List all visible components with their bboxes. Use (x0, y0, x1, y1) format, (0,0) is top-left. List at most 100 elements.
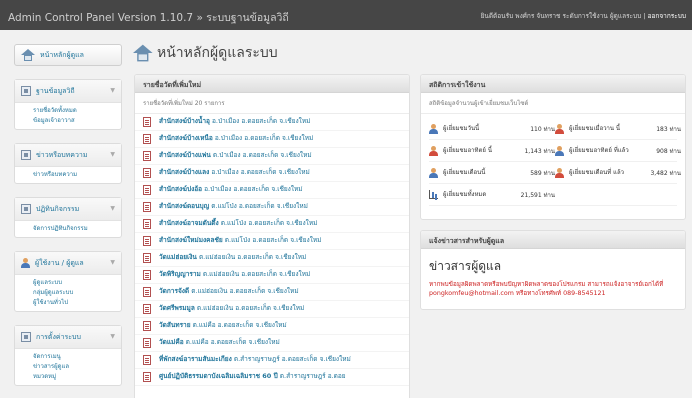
list-item[interactable]: วัดแม่ฮ่อยเงิน ต.แม่ฮ่อยเงิน อ.ดอยสะเก็ด… (135, 250, 409, 267)
chevron-down-icon[interactable]: ▼ (110, 151, 115, 158)
menu-item[interactable]: กลุ่มผู้ดูแลระบบ (33, 288, 121, 298)
list-item[interactable]: วัดศรีพรมมูล ต.แม่ฮ่อยเงิน อ.ดอยสะเก็ด จ… (135, 301, 409, 318)
temple-name[interactable]: สำนักสงฆ์ใหม่มงคลชัย (159, 236, 223, 244)
temple-location: ต.สำราญราษฎร์ อ.ดอยสะเก็ด จ.เชียงใหม่ (231, 355, 351, 363)
chevron-down-icon[interactable]: ▼ (110, 259, 115, 266)
menu-head-news[interactable]: ข่าวหรือบทความ ▼ (15, 144, 121, 167)
user-icon (429, 167, 438, 178)
stats-value: 21,591 ท่าน (520, 191, 555, 199)
stats-label: ผู้เยี่ยมชมทั้งหมด (443, 191, 487, 198)
stats-label: ผู้เยี่ยมชมอาทิตย์ ที่แล้ว (569, 147, 629, 154)
document-icon (143, 202, 151, 212)
menu-head-settings[interactable]: การตั้งค่าระบบ ▼ (15, 326, 121, 349)
temple-entry[interactable]: วัดศรีพรมมูล ต.แม่ฮ่อยเงิน อ.ดอยสะเก็ด จ… (159, 304, 304, 313)
temple-name[interactable]: สำนักสงฆ์บ้างแลง (159, 168, 209, 176)
document-icon (143, 338, 151, 348)
list-item[interactable]: สำนักสงฆ์บ้างน้ำอุ อ.ป่าเมือง อ.ดอยสะเก็… (135, 114, 409, 131)
menu-head-calendar[interactable]: ปฏิทินกิจกรรม ▼ (15, 198, 121, 221)
temple-name[interactable]: สำนักสงฆ์บ้างเหนือ (159, 134, 213, 142)
menu-item[interactable]: จัดการเมนู (33, 352, 121, 362)
stats-label: ผู้เยี่ยมชมวันนี้ (443, 125, 480, 132)
document-icon (143, 219, 151, 229)
temple-entry[interactable]: วัดพิริญญาราม ต.แม่ฮ่อยเงิน อ.ดอยสะเก็ด … (159, 270, 310, 279)
temple-entry[interactable]: ที่พักสงฆ์อารามสันมะเกียง ต.สำราญราษฎร์ … (159, 355, 351, 364)
menu-item[interactable]: ข่าวหรือบทความ (33, 170, 121, 180)
list-item[interactable]: สำนักสงฆ์อาจมตันตึ้ง ต.แม่โป่ง อ.ดอยสะเก… (135, 216, 409, 233)
list-item[interactable]: สำนักสงฆ์ดอนบุญ ต.แม่โป่ง อ.ดอยสะเก็ด จ.… (135, 199, 409, 216)
temple-entry[interactable]: สำนักสงฆ์บ้างน้ำอุ อ.ป่าเมือง อ.ดอยสะเก็… (159, 117, 310, 126)
document-icon (143, 304, 151, 314)
menu-item[interactable]: จัดการปฏิทินกิจกรรม (33, 224, 121, 234)
latest-temples-panel: รายชื่อวัดที่เพิ่มใหม่ รายชื่อวัดที่เพิ่… (134, 74, 410, 398)
chevron-down-icon[interactable]: ▼ (110, 87, 115, 94)
chart-icon (429, 190, 438, 199)
list-item[interactable]: สำนักสงฆ์บ้างแลง อ.ป่าเมือง อ.ดอยสะเก็ด … (135, 165, 409, 182)
temple-entry[interactable]: สำนักสงฆ์ปงอ้อ อ.ป่าเมือง อ.ดอยสะเก็ด จ.… (159, 185, 303, 194)
temple-entry[interactable]: สำนักสงฆ์อาจมตันตึ้ง ต.แม่โป่ง อ.ดอยสะเก… (159, 219, 317, 228)
temple-name[interactable]: สำนักสงฆ์บ้างแพ่น (159, 151, 211, 159)
temple-entry[interactable]: สำนักสงฆ์บ้างแพ่น ต.ป่าเมือง อ.ดอยสะเก็ด… (159, 151, 312, 160)
chevron-down-icon[interactable]: ▼ (110, 205, 115, 212)
temple-entry[interactable]: ศูนย์ปฏิบัติธรรมดาบังเฉลิมเฉลิมราช 60 ปี… (159, 372, 346, 381)
menu-head-users[interactable]: ผู้ใช้งาน / ผู้ดูแล ▼ (15, 252, 121, 275)
menu-item[interactable]: ข้อมูลเจ้าอาวาส (33, 116, 121, 126)
temple-location: ต.แม่ฮ่อยเงิน อ.ดอยสะเก็ด จ.เชียงใหม่ (194, 304, 305, 312)
temple-name[interactable]: วัดศรีพรมมูล (159, 304, 195, 312)
temple-entry[interactable]: วัดแม่ฮ่อยเงิน ต.แม่ฮ่อยเงิน อ.ดอยสะเก็ด… (159, 253, 306, 262)
stats-cell: ผู้เยี่ยมชมเดือนที่ แล้ว 3,482 ท่าน (555, 167, 681, 178)
temple-name[interactable]: สำนักสงฆ์บ้างน้ำอุ (159, 117, 210, 125)
menu-item[interactable]: ข่าวสารผู้ดูแล (33, 362, 121, 372)
list-item[interactable]: ศูนย์ปฏิบัติธรรมดาบังเฉลิมเฉลิมราช 60 ปี… (135, 369, 409, 386)
menu-item[interactable]: ผู้ดูแลระบบ (33, 278, 121, 288)
temple-location: ต.แม่โป่ง อ.ดอยสะเก็ด จ.เชียงใหม่ (222, 236, 322, 244)
admin-news-panel: แจ้งข่าวสารสำหรับผู้ดูแล ข่าวสารผู้ดูแล … (420, 230, 686, 310)
list-item[interactable]: วัดแม่คือ ต.แม่คือ อ.ดอยสะเก็ด จ.เชียงให… (135, 335, 409, 352)
document-icon (143, 355, 151, 365)
panel-title: แจ้งข่าวสารสำหรับผู้ดูแล (421, 231, 685, 249)
temple-name[interactable]: วัดสันทราย (159, 321, 191, 329)
temple-entry[interactable]: สำนักสงฆ์ดอนบุญ ต.แม่โป่ง อ.ดอยสะเก็ด จ.… (159, 202, 308, 211)
menu-item[interactable]: หมวดหมู่ (33, 372, 121, 382)
list-item[interactable]: วัดพิริญญาราม ต.แม่ฮ่อยเงิน อ.ดอยสะเก็ด … (135, 267, 409, 284)
list-item[interactable]: สำนักสงฆ์บ้างเหนือ อ.ป่าเมือง อ.ดอยสะเก็… (135, 131, 409, 148)
stats-cell: ผู้เยี่ยมชมทั้งหมด 21,591 ท่าน (429, 190, 571, 200)
temple-entry[interactable]: วัดแม่คือ ต.แม่คือ อ.ดอยสะเก็ด จ.เชียงให… (159, 338, 280, 347)
stats-cell: ผู้เยี่ยมชมเดือนนี้ 589 ท่าน (429, 167, 555, 178)
menu-item[interactable]: ผู้ใช้งานทั่วไป (33, 298, 121, 308)
temple-name[interactable]: สำนักสงฆ์ปงอ้อ (159, 185, 202, 193)
chevron-down-icon[interactable]: ▼ (110, 333, 115, 340)
document-icon (143, 287, 151, 297)
news-icon (21, 150, 31, 160)
temple-name[interactable]: วัดแม่ฮ่อยเงิน (159, 253, 197, 261)
temple-entry[interactable]: วัดการจังดี ต.แม่ฮ่อยเงิน อ.ดอยสะเก็ด จ.… (159, 287, 299, 296)
menu-item[interactable]: รายชื่อวัดทั้งหมด (33, 106, 121, 116)
temple-location: ต.แม่โป่ง อ.ดอยสะเก็ด จ.เชียงใหม่ (218, 219, 318, 227)
temple-entry[interactable]: วัดสันทราย ต.แม่คือ อ.ดอยสะเก็ด จ.เชียงใ… (159, 321, 287, 330)
menu-group-users: ผู้ใช้งาน / ผู้ดูแล ▼ ผู้ดูแลระบบ กลุ่มผ… (14, 251, 122, 312)
list-item[interactable]: สำนักสงฆ์ปงอ้อ อ.ป่าเมือง อ.ดอยสะเก็ด จ.… (135, 182, 409, 199)
stats-value: 1,143 ท่าน (524, 147, 555, 155)
temple-name[interactable]: สำนักสงฆ์อาจมตันตึ้ง (159, 219, 219, 227)
menu-group-calendar: ปฏิทินกิจกรรม ▼ จัดการปฏิทินกิจกรรม (14, 197, 122, 238)
list-item[interactable]: วัดการจังดี ต.แม่ฮ่อยเงิน อ.ดอยสะเก็ด จ.… (135, 284, 409, 301)
user-info: ยินดีต้อนรับ พงศ์กร จันทราช ระดับการใช้ง… (481, 11, 686, 21)
temple-entry[interactable]: สำนักสงฆ์ใหม่มงคลชัย ต.แม่โป่ง อ.ดอยสะเก… (159, 236, 321, 245)
list-item[interactable]: สำนักสงฆ์บ้างแพ่น ต.ป่าเมือง อ.ดอยสะเก็ด… (135, 148, 409, 165)
temple-location: ต.แม่คือ อ.ดอยสะเก็ด จ.เชียงใหม่ (190, 321, 287, 329)
temple-entry[interactable]: สำนักสงฆ์บ้างเหนือ อ.ป่าเมือง อ.ดอยสะเก็… (159, 134, 313, 143)
temple-entry[interactable]: สำนักสงฆ์บ้างแลง อ.ป่าเมือง อ.ดอยสะเก็ด … (159, 168, 310, 177)
document-icon (143, 372, 151, 382)
temple-name[interactable]: สำนักสงฆ์ดอนบุญ (159, 202, 209, 210)
temple-name[interactable]: วัดพิริญญาราม (159, 270, 201, 278)
logout-link[interactable]: ออกจากระบบ (648, 12, 686, 20)
sidebar-home-button[interactable]: หน้าหลักผู้ดูแล (14, 44, 122, 66)
temple-name[interactable]: วัดแม่คือ (159, 338, 184, 346)
list-item[interactable]: ที่พักสงฆ์อารามสันมะเกียง ต.สำราญราษฎร์ … (135, 352, 409, 369)
temple-name[interactable]: ศูนย์ปฏิบัติธรรมดาบังเฉลิมเฉลิมราช 60 ปี (159, 372, 278, 380)
menu-head-temple-db[interactable]: ฐานข้อมูลวิถี ▼ (15, 80, 121, 103)
document-icon (143, 270, 151, 280)
list-item[interactable]: สำนักสงฆ์ใหม่มงคลชัย ต.แม่โป่ง อ.ดอยสะเก… (135, 233, 409, 250)
temple-name[interactable]: ที่พักสงฆ์อารามสันมะเกียง (159, 355, 232, 363)
temple-name[interactable]: วัดการจังดี (159, 287, 189, 295)
list-item[interactable]: วัดสันทราย ต.แม่คือ อ.ดอยสะเก็ด จ.เชียงใ… (135, 318, 409, 335)
